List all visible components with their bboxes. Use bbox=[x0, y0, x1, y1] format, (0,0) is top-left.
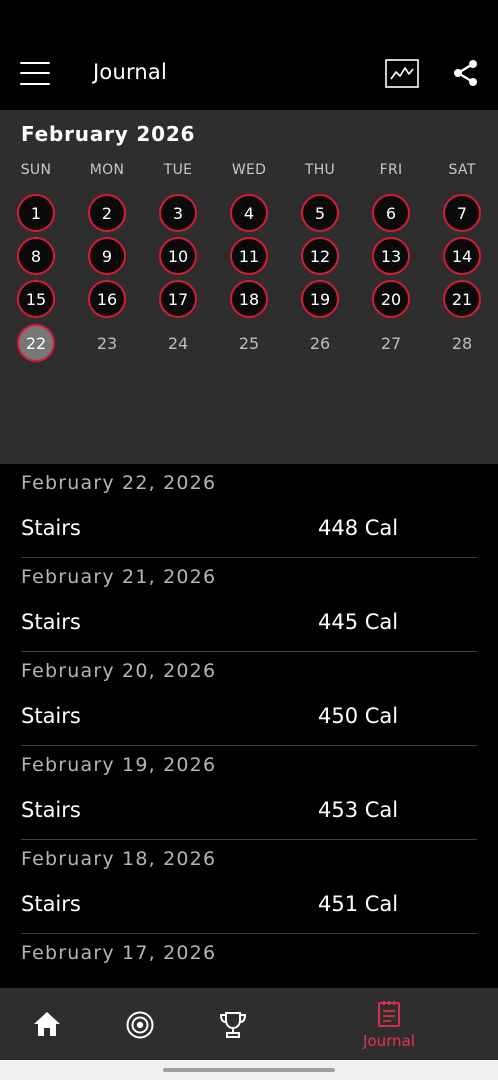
calendar-day[interactable]: 25 bbox=[230, 324, 268, 362]
calendar-day[interactable]: 14 bbox=[443, 237, 481, 275]
weekday-label: WED bbox=[231, 162, 267, 178]
calendar-day[interactable]: 12 bbox=[301, 237, 339, 275]
menu-line-top bbox=[20, 62, 50, 64]
month-label: February 2026 bbox=[21, 122, 196, 146]
menu-button[interactable] bbox=[20, 60, 52, 88]
workout-activity: Stairs bbox=[21, 892, 81, 916]
menu-line-middle bbox=[20, 72, 50, 74]
calendar-day[interactable]: 28 bbox=[443, 324, 481, 362]
workout-row[interactable]: Stairs 445 Cal bbox=[0, 602, 498, 652]
workout-row[interactable]: Stairs 453 Cal bbox=[0, 790, 498, 840]
calendar-day[interactable]: 9 bbox=[88, 237, 126, 275]
calendar-day[interactable]: 2 bbox=[88, 194, 126, 232]
calendar-day[interactable]: 8 bbox=[17, 237, 55, 275]
entry-date: February 17, 2026 bbox=[21, 942, 217, 964]
workout-calories: 450 Cal bbox=[318, 704, 399, 728]
home-icon bbox=[34, 1012, 60, 1036]
calendar-day[interactable]: 15 bbox=[17, 280, 55, 318]
journal-list[interactable]: February 22, 2026 Stairs 448 Cal February 2… bbox=[0, 464, 498, 988]
workout-calories: 445 Cal bbox=[318, 610, 399, 634]
entry-date: February 19, 2026 bbox=[21, 754, 217, 776]
chart-button[interactable] bbox=[385, 59, 419, 89]
share-button[interactable] bbox=[451, 58, 481, 88]
calendar-day[interactable]: 20 bbox=[372, 280, 410, 318]
entry-date: February 20, 2026 bbox=[21, 660, 217, 682]
nav-achievements[interactable] bbox=[193, 988, 273, 1060]
calendar-day[interactable]: 22 bbox=[17, 324, 55, 362]
gesture-bar bbox=[0, 1060, 498, 1080]
workout-calories: 451 Cal bbox=[318, 892, 399, 916]
gesture-handle[interactable] bbox=[163, 1068, 335, 1072]
calendar-day[interactable]: 21 bbox=[443, 280, 481, 318]
journal-icon bbox=[378, 1001, 400, 1027]
workout-calories: 448 Cal bbox=[318, 516, 399, 540]
calendar-day[interactable]: 19 bbox=[301, 280, 339, 318]
target-icon bbox=[126, 1011, 154, 1039]
journal-entry: February 20, 2026 Stairs 450 Cal bbox=[0, 652, 498, 746]
calendar-day[interactable]: 5 bbox=[301, 194, 339, 232]
nav-journal-label: Journal bbox=[363, 1032, 415, 1050]
entry-date: February 18, 2026 bbox=[21, 848, 217, 870]
entry-date: February 22, 2026 bbox=[21, 472, 217, 494]
workout-calories: 453 Cal bbox=[318, 798, 399, 822]
journal-entry: February 19, 2026 Stairs 453 Cal bbox=[0, 746, 498, 840]
calendar-day[interactable]: 13 bbox=[372, 237, 410, 275]
calendar-day[interactable]: 1 bbox=[17, 194, 55, 232]
weekday-label: SAT bbox=[448, 162, 476, 178]
trophy-icon bbox=[219, 1012, 247, 1038]
workout-activity: Stairs bbox=[21, 610, 81, 634]
calendar-day[interactable]: 23 bbox=[88, 324, 126, 362]
workout-activity: Stairs bbox=[21, 704, 81, 728]
calendar-day[interactable]: 7 bbox=[443, 194, 481, 232]
weekday-label: MON bbox=[89, 162, 125, 178]
menu-line-bottom bbox=[20, 83, 50, 85]
calendar-day[interactable]: 18 bbox=[230, 280, 268, 318]
calendar-day[interactable]: 4 bbox=[230, 194, 268, 232]
workout-row[interactable]: Stairs 448 Cal bbox=[0, 508, 498, 558]
calendar-day[interactable]: 3 bbox=[159, 194, 197, 232]
entry-date: February 21, 2026 bbox=[21, 566, 217, 588]
calendar-day[interactable]: 11 bbox=[230, 237, 268, 275]
share-icon bbox=[454, 60, 477, 86]
journal-entry: February 21, 2026 Stairs 445 Cal bbox=[0, 558, 498, 652]
workout-row[interactable]: Stairs 450 Cal bbox=[0, 696, 498, 746]
weekday-label: SUN bbox=[20, 162, 52, 178]
calendar-day[interactable]: 24 bbox=[159, 324, 197, 362]
calendar-day[interactable]: 6 bbox=[372, 194, 410, 232]
weekday-label: THU bbox=[304, 162, 336, 178]
chart-icon bbox=[385, 59, 419, 88]
calendar-day[interactable]: 10 bbox=[159, 237, 197, 275]
weekday-header: SUN MON TUE WED THU FRI SAT bbox=[0, 162, 498, 182]
page-title: Journal bbox=[93, 60, 168, 84]
journal-entry: February 18, 2026 Stairs 451 Cal bbox=[0, 840, 498, 934]
journal-entry: February 22, 2026 Stairs 448 Cal bbox=[0, 464, 498, 558]
nav-journal[interactable]: Journal bbox=[349, 988, 429, 1060]
calendar: February 2026 SUN MON TUE WED THU FRI SAT 1234… bbox=[0, 110, 498, 464]
nav-home[interactable] bbox=[6, 988, 86, 1060]
workout-activity: Stairs bbox=[21, 798, 81, 822]
bottom-nav: Journal bbox=[0, 988, 498, 1060]
app-header: Journal bbox=[0, 38, 498, 110]
calendar-day[interactable]: 26 bbox=[301, 324, 339, 362]
calendar-day[interactable]: 27 bbox=[372, 324, 410, 362]
journal-entry: February 17, 2026 bbox=[0, 934, 498, 988]
workout-activity: Stairs bbox=[21, 516, 81, 540]
weekday-label: TUE bbox=[163, 162, 193, 178]
calendar-day[interactable]: 16 bbox=[88, 280, 126, 318]
status-bar bbox=[0, 0, 498, 38]
weekday-label: FRI bbox=[379, 162, 403, 178]
workout-row[interactable]: Stairs 451 Cal bbox=[0, 884, 498, 934]
calendar-day[interactable]: 17 bbox=[159, 280, 197, 318]
nav-goals[interactable] bbox=[100, 988, 180, 1060]
